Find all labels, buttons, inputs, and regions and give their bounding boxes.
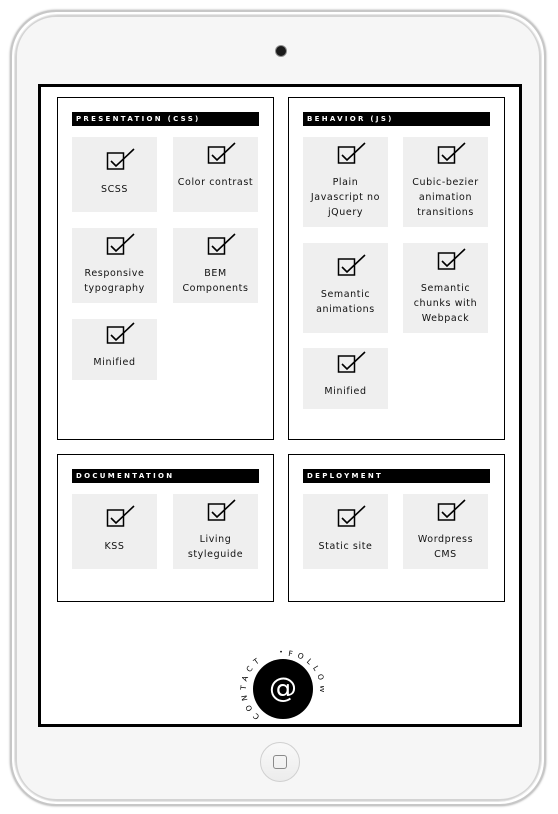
checkbox-checked-icon <box>207 142 236 164</box>
panel-behavior: BEHAVIOR (JS) Plain Javascript no jQuery… <box>288 97 505 440</box>
tile-kss: KSS <box>72 494 157 569</box>
tile-semantic-chunks: Semantic chunks with Webpack <box>403 243 488 333</box>
tile-minified: Minified <box>72 319 157 380</box>
tile-living-styleguide: Living styleguide <box>173 494 258 569</box>
checkbox-checked-icon <box>106 322 135 344</box>
tile-label: Responsive typography <box>84 268 145 294</box>
ring-separator: • <box>279 649 283 656</box>
panel-title: BEHAVIOR (JS) <box>303 112 490 126</box>
tile-label: KSS <box>104 541 125 552</box>
checkbox-checked-icon <box>337 254 366 276</box>
panel-title: DEPLOYMENT <box>303 469 490 483</box>
checkbox-checked-icon <box>106 148 135 170</box>
tile-label: BEM Components <box>182 268 249 294</box>
tile-label: Minified <box>324 386 367 397</box>
home-button[interactable] <box>260 742 300 782</box>
tile-bem-components: BEM Components <box>173 228 258 303</box>
checkbox-checked-icon <box>106 233 135 255</box>
checkbox-checked-icon <box>337 142 366 164</box>
checkbox-checked-icon <box>337 505 366 527</box>
tile-scss: SCSS <box>72 137 157 212</box>
tile-label: Minified <box>93 357 136 368</box>
tile-color-contrast: Color contrast <box>173 137 258 212</box>
tile-cubic-bezier: Cubic-bezier animation transitions <box>403 137 488 227</box>
home-square-icon <box>273 755 287 769</box>
tile-semantic-animations: Semantic animations <box>303 243 388 333</box>
tile-wordpress-cms: Wordpress CMS <box>403 494 488 569</box>
tile-label: Semantic animations <box>316 289 375 315</box>
panel-title: DOCUMENTATION <box>72 469 259 483</box>
tile-label: Wordpress CMS <box>417 534 474 560</box>
checkbox-checked-icon <box>106 505 135 527</box>
tile-label: Semantic chunks with Webpack <box>413 283 478 324</box>
checkbox-checked-icon <box>437 248 466 270</box>
tile-plain-javascript: Plain Javascript no jQuery <box>303 137 388 227</box>
tile-label: Living styleguide <box>187 534 244 560</box>
tile-static-site: Static site <box>303 494 388 569</box>
panel-deployment: DEPLOYMENT Static site Wordpress CMS <box>288 454 505 602</box>
contact-follow-badge[interactable]: CONTACT • FOLLOW @ <box>240 642 324 724</box>
tile-label: Static site <box>318 541 373 552</box>
checkbox-checked-icon <box>207 499 236 521</box>
screen: PRESENTATION (CSS) SCSS Color contrast R… <box>38 84 522 727</box>
tile-minified-js: Minified <box>303 348 388 409</box>
at-sign-icon[interactable]: @ <box>253 659 313 719</box>
panel-documentation: DOCUMENTATION KSS Living styleguide <box>57 454 274 602</box>
tile-label: SCSS <box>100 184 129 195</box>
checkbox-checked-icon <box>207 233 236 255</box>
tile-responsive-typography: Responsive typography <box>72 228 157 303</box>
checkbox-checked-icon <box>337 351 366 373</box>
tile-label: Cubic-bezier animation transitions <box>412 177 479 218</box>
panel-presentation: PRESENTATION (CSS) SCSS Color contrast R… <box>57 97 274 440</box>
tile-label: Plain Javascript no jQuery <box>310 177 381 218</box>
checkbox-checked-icon <box>437 142 466 164</box>
panel-title: PRESENTATION (CSS) <box>72 112 259 126</box>
checkbox-checked-icon <box>437 499 466 521</box>
tile-label: Color contrast <box>177 177 254 188</box>
front-camera-icon <box>276 46 286 56</box>
